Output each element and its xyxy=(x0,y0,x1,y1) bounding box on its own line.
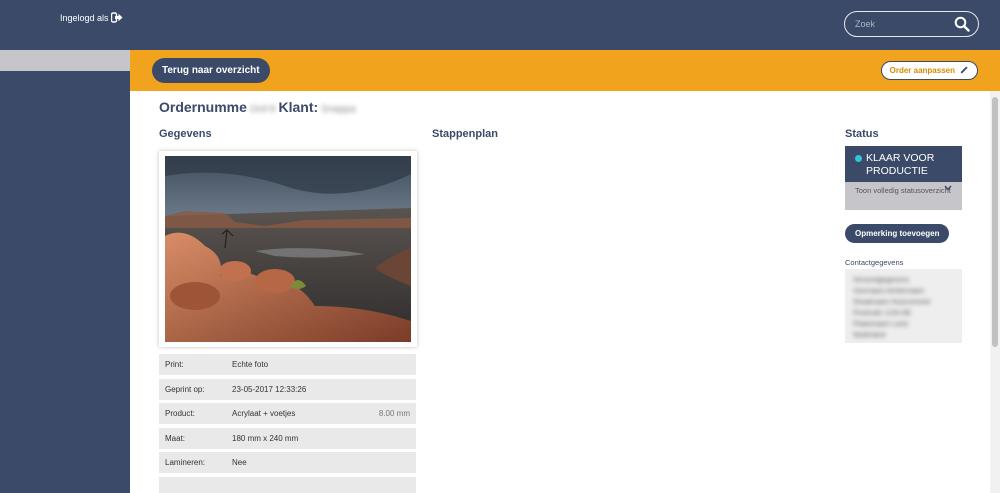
add-remark-button[interactable]: Opmerking toevoegen xyxy=(845,224,950,243)
detail-row-partial xyxy=(159,476,416,493)
status-label: KLAAR VOOR PRODUCTIE xyxy=(866,152,935,177)
canyon-landscape-image xyxy=(165,156,411,342)
status-card: KLAAR VOOR PRODUCTIE Toon volledig statu… xyxy=(845,146,962,210)
status-heading: Status xyxy=(845,128,879,140)
order-photo xyxy=(159,151,417,347)
detail-key: Lamineren: xyxy=(165,458,206,467)
contact-line-redacted: Postcode 1234 AB xyxy=(853,310,911,317)
detail-key: Maat: xyxy=(165,433,186,443)
search-input[interactable] xyxy=(855,16,950,32)
pencil-icon xyxy=(960,65,969,76)
contact-line-redacted: Plaatsnaam Land xyxy=(853,321,908,328)
detail-value: Echte foto xyxy=(232,360,269,369)
logged-in-indicator: Ingelogd als xyxy=(60,10,123,25)
client-label: Klant: xyxy=(278,99,319,115)
detail-key: Print: xyxy=(165,360,184,369)
contact-line-redacted: Nederland xyxy=(853,332,886,339)
edit-order-label: Order aanpassen xyxy=(889,66,955,75)
sidebar-item-active[interactable] xyxy=(0,50,130,71)
order-number-label: Ordernumme xyxy=(159,99,247,115)
page-title: Ordernumme Ord-9 Klant: Snappa xyxy=(159,99,359,115)
order-details-list: Print: Echte foto Geprint op: 23-05-2017… xyxy=(159,354,416,493)
search-icon[interactable] xyxy=(954,16,970,37)
logged-in-label: Ingelogd als xyxy=(60,12,109,23)
status-overview-toggle[interactable]: Toon volledig statusoverzicht xyxy=(845,182,962,210)
back-to-overview-button[interactable]: Terug naar overzicht xyxy=(152,58,270,83)
details-heading: Gegevens xyxy=(159,128,212,140)
search-box xyxy=(844,11,979,37)
detail-value: 180 mm x 240 mm xyxy=(232,433,299,443)
contact-line-redacted: Verzendgegevens xyxy=(853,277,910,284)
top-header xyxy=(130,0,1000,50)
contact-details: Verzendgegevens Voornaam Achternaam Stra… xyxy=(845,269,962,343)
logout-icon[interactable] xyxy=(110,12,123,25)
chevron-down-icon xyxy=(944,184,952,194)
detail-row-size: Maat: 180 mm x 240 mm xyxy=(159,427,416,449)
detail-key: Product: xyxy=(165,409,195,418)
sidebar: Ingelogd als xyxy=(0,0,130,493)
contact-line-redacted: Voornaam Achternaam xyxy=(853,288,925,295)
client-name-redacted: Snappa xyxy=(321,104,356,115)
status-overview-label: Toon volledig statusoverzicht xyxy=(855,186,951,195)
edit-order-button[interactable]: Order aanpassen xyxy=(880,61,978,80)
current-status: KLAAR VOOR PRODUCTIE xyxy=(845,146,962,182)
detail-extra: 8.00 mm xyxy=(378,409,410,418)
detail-value: Nee xyxy=(232,458,247,467)
vertical-scrollbar[interactable] xyxy=(990,91,1000,493)
detail-value: 23-05-2017 12:33:26 xyxy=(232,384,307,394)
order-number-redacted: Ord-9 xyxy=(249,104,276,115)
scrollbar-thumb[interactable] xyxy=(992,97,998,347)
detail-row-laminate: Lamineren: Nee xyxy=(159,452,416,473)
contact-label: Contactgegevens xyxy=(845,258,904,267)
action-bar: Terug naar overzicht Order aanpassen xyxy=(130,50,1000,91)
contact-line-redacted: Straatnaam Huisnummer xyxy=(853,299,931,306)
main-content: Ordernumme Ord-9 Klant: Snappa Gegevens … xyxy=(130,91,990,493)
detail-row-print: Print: Echte foto xyxy=(159,354,416,375)
detail-row-printed-on: Geprint op: 23-05-2017 12:33:26 xyxy=(159,378,416,400)
detail-key: Geprint op: xyxy=(165,384,205,394)
plan-heading: Stappenplan xyxy=(432,128,499,140)
status-dot xyxy=(855,155,862,162)
detail-row-product: Product: Acrylaat + voetjes 8.00 mm xyxy=(159,403,416,424)
